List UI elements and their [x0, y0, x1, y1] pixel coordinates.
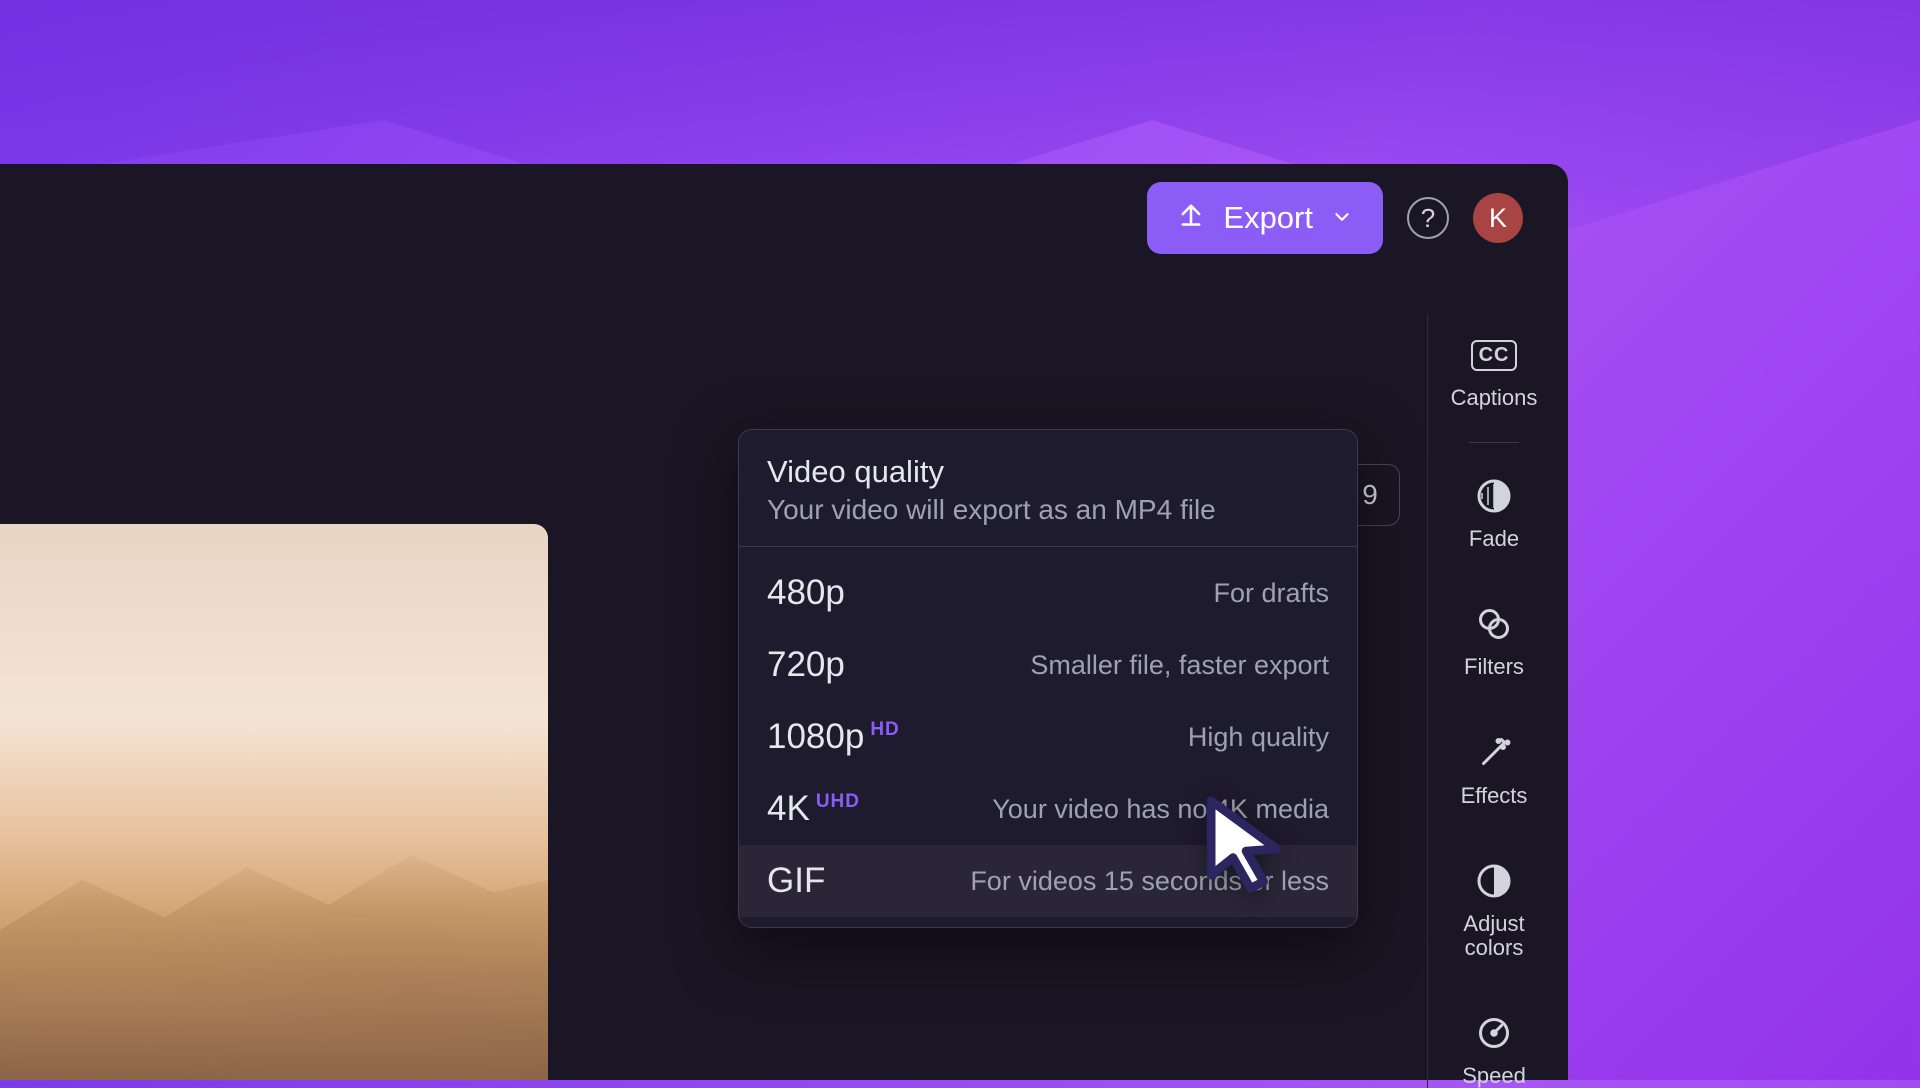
- sidebar-label: Effects: [1461, 784, 1528, 808]
- effects-icon: [1473, 732, 1515, 774]
- question-icon: ?: [1421, 203, 1435, 234]
- sidebar-item-filters[interactable]: Filters: [1464, 603, 1524, 679]
- speed-icon: [1473, 1012, 1515, 1054]
- sidebar-label: Adjust colors: [1456, 912, 1532, 960]
- quality-option-720p[interactable]: 720p Smaller file, faster export: [739, 629, 1357, 701]
- fade-icon: [1473, 475, 1515, 517]
- cursor-icon: [1198, 792, 1303, 902]
- app-window: Export ? K 9 CC Captions: [0, 164, 1568, 1080]
- avatar-initial: K: [1489, 203, 1507, 234]
- export-label: Export: [1223, 200, 1313, 236]
- divider: [1469, 442, 1519, 443]
- sidebar-item-adjust[interactable]: Adjust colors: [1456, 860, 1532, 960]
- quality-option-1080p[interactable]: 1080p HD High quality: [739, 701, 1357, 773]
- adjust-icon: [1473, 860, 1515, 902]
- help-button[interactable]: ?: [1407, 197, 1449, 239]
- sidebar-label: Filters: [1464, 655, 1524, 679]
- sidebar-item-captions[interactable]: CC Captions: [1451, 334, 1538, 410]
- sidebar-label: Captions: [1451, 386, 1538, 410]
- upload-icon: [1177, 200, 1205, 236]
- sidebar-item-fade[interactable]: Fade: [1469, 475, 1519, 551]
- video-preview: [0, 524, 548, 1080]
- sidebar-item-speed[interactable]: Speed: [1462, 1012, 1526, 1088]
- export-button[interactable]: Export: [1147, 182, 1383, 254]
- dropdown-title: Video quality: [767, 454, 1329, 490]
- avatar[interactable]: K: [1473, 193, 1523, 243]
- chevron-down-icon: [1331, 200, 1353, 236]
- quality-option-480p[interactable]: 480p For drafts: [739, 557, 1357, 629]
- dropdown-header: Video quality Your video will export as …: [739, 430, 1357, 547]
- sidebar-label: Fade: [1469, 527, 1519, 551]
- right-sidebar: CC Captions Fade Filters Effects: [1427, 314, 1532, 1088]
- cc-icon: CC: [1473, 334, 1515, 376]
- sidebar-label: Speed: [1462, 1064, 1526, 1088]
- sidebar-item-effects[interactable]: Effects: [1461, 732, 1528, 808]
- toolbar: Export ? K: [1147, 182, 1523, 254]
- filters-icon: [1473, 603, 1515, 645]
- dropdown-subtitle: Your video will export as an MP4 file: [767, 494, 1329, 526]
